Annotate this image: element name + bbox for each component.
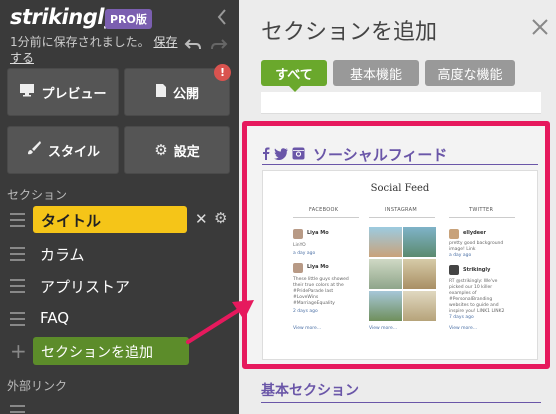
social-feed-title: ソーシャルフィード: [313, 146, 448, 164]
post-time: a day ago: [293, 251, 316, 256]
save-status: 1分前に保存されました。 保存する: [10, 34, 180, 66]
plus-icon: +: [10, 339, 27, 363]
divider: [369, 217, 435, 218]
section-label[interactable]: アプリストア: [40, 276, 130, 297]
section-row-title[interactable]: タイトル ✕ ⚙: [0, 206, 239, 234]
tab-advanced[interactable]: 高度な機能: [425, 60, 515, 86]
divider: [449, 217, 515, 218]
section-row-column[interactable]: カラム: [0, 240, 239, 268]
editor-sidebar: strikingly PRO版 1分前に保存されました。 保存する プレビュー …: [0, 0, 239, 414]
post-author: Liya Mo: [307, 264, 329, 270]
pro-badge: PRO版: [105, 9, 152, 29]
post-time: a day ago: [449, 253, 472, 258]
previous-section-card[interactable]: [261, 92, 541, 114]
avatar: [449, 265, 459, 275]
post-text: LinYO: [293, 243, 306, 248]
gear-icon: ⚙: [154, 141, 168, 159]
alert-badge: !: [214, 64, 231, 81]
preview-button[interactable]: プレビュー: [7, 68, 119, 116]
preview-heading: Social Feed: [370, 183, 430, 194]
basic-sections-heading: 基本セクション: [261, 383, 359, 399]
drag-handle-icon[interactable]: [10, 247, 25, 261]
settings-button[interactable]: ⚙ 設定: [124, 126, 230, 174]
external-link-row[interactable]: [0, 398, 239, 414]
section-title-pill[interactable]: タイトル: [33, 206, 187, 233]
instagram-photo: [369, 291, 402, 321]
avatar: [293, 263, 303, 273]
view-more-link[interactable]: View more...: [449, 326, 477, 331]
drag-handle-icon[interactable]: [10, 279, 25, 293]
preview-label: プレビュー: [41, 86, 107, 102]
sections-heading: セクション: [7, 188, 68, 202]
preview-col-instagram: INSTAGRAM: [385, 207, 417, 213]
post-text: RT @strikingly: We've picked our 10 kill…: [449, 279, 505, 314]
preview-col-twitter: TWITTER: [469, 207, 494, 213]
publish-label: 公開: [172, 86, 199, 102]
style-button[interactable]: スタイル: [7, 126, 119, 174]
avatar: [449, 229, 459, 239]
add-section-panel: セクションを追加 すべて 基本機能 高度な機能 ソーシャルフィード Social…: [239, 0, 556, 414]
preview-col-facebook: FACEBOOK: [309, 207, 339, 213]
settings-label: 設定: [173, 144, 200, 160]
facebook-icon: [262, 145, 270, 164]
drag-handle-icon[interactable]: [10, 213, 25, 227]
social-feed-header: ソーシャルフィード: [262, 144, 447, 165]
tab-all[interactable]: すべて: [261, 60, 327, 92]
panel-title: セクションを追加: [261, 20, 438, 45]
collapse-sidebar-icon[interactable]: [216, 8, 228, 26]
drag-handle-icon[interactable]: [10, 405, 25, 414]
brush-icon: [26, 140, 42, 160]
delete-section-icon[interactable]: ✕: [195, 210, 208, 228]
post-author: Liya Mo: [307, 230, 329, 236]
view-more-link[interactable]: View more...: [293, 326, 321, 331]
view-more-link[interactable]: View more...: [369, 326, 397, 331]
section-label[interactable]: FAQ: [40, 309, 69, 327]
add-section-button[interactable]: セクションを追加: [33, 337, 189, 365]
post-text: These little guys showed their true colo…: [293, 277, 349, 306]
post-time: 7 days ago: [449, 315, 474, 320]
divider: [293, 217, 359, 218]
instagram-photo: [369, 259, 402, 289]
instagram-photo: [403, 291, 436, 321]
callout-arrow-icon: [186, 300, 254, 344]
post-author: Strikingly: [463, 267, 491, 273]
drag-handle-icon[interactable]: [10, 312, 25, 326]
post-time: 2 days ago: [293, 309, 318, 314]
divider: [262, 164, 538, 165]
style-label: スタイル: [47, 144, 100, 160]
strikingly-logo[interactable]: strikingly: [10, 5, 118, 29]
post-author: ellydeer: [463, 230, 486, 236]
twitter-icon: [274, 145, 288, 164]
instagram-photo: [403, 227, 436, 257]
save-status-text: 1分前に保存されました。: [10, 35, 150, 49]
close-icon[interactable]: [531, 18, 549, 36]
tab-basic[interactable]: 基本機能: [333, 60, 419, 86]
avatar: [293, 229, 303, 239]
monitor-icon: [19, 83, 35, 101]
redo-icon[interactable]: [210, 38, 228, 56]
external-links-heading: 外部リンク: [7, 379, 68, 393]
social-feed-preview[interactable]: Social Feed FACEBOOK INSTAGRAM TWITTER L…: [262, 170, 538, 360]
instagram-photo: [369, 227, 402, 257]
social-feed-card[interactable]: ソーシャルフィード Social Feed FACEBOOK INSTAGRAM…: [242, 121, 550, 369]
instagram-icon: [292, 145, 305, 164]
post-text: pretty good background image! Link: [449, 241, 504, 252]
divider: [261, 402, 541, 403]
section-label[interactable]: カラム: [40, 244, 85, 265]
section-settings-icon[interactable]: ⚙: [214, 209, 227, 227]
instagram-photo: [403, 259, 436, 289]
document-icon: [155, 83, 167, 102]
undo-icon[interactable]: [184, 38, 202, 56]
